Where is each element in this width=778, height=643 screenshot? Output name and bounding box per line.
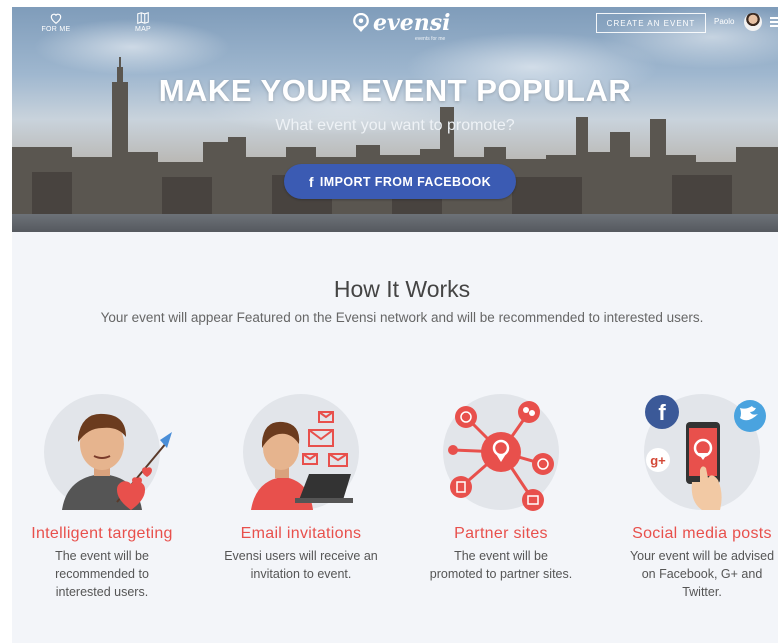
nav-for-me[interactable]: FOR ME: [36, 11, 76, 33]
import-from-facebook-button[interactable]: f IMPORT FROM FACEBOOK: [284, 164, 516, 199]
feature-intelligent-targeting: Intelligent targeting The event will be …: [2, 382, 202, 601]
feature-desc-line: promoted to partner sites.: [429, 567, 573, 581]
svg-text:g+: g+: [650, 453, 666, 468]
hero-banner: FOR ME MAP evensi events for me CREATE A…: [12, 7, 778, 232]
user-avatar[interactable]: [744, 13, 762, 31]
user-name[interactable]: Paolo: [714, 17, 734, 26]
feature-partner-sites: Partner sites The event will be promoted…: [401, 382, 601, 583]
section-subtitle: Your event will appear Featured on the E…: [100, 310, 704, 325]
feature-desc-line: invitation to event.: [250, 567, 352, 581]
hamburger-menu-icon[interactable]: [770, 17, 778, 29]
feature-social-media-posts: f g+ Social media posts Your event will …: [602, 382, 778, 601]
river-water: [12, 214, 778, 232]
feature-title: Social media posts: [632, 525, 772, 542]
targeting-illustration: [32, 382, 172, 522]
feature-desc-line: Your event will be advised: [629, 549, 775, 563]
feature-title: Email invitations: [240, 525, 362, 542]
logo-tagline: events for me: [415, 36, 446, 42]
heart-outline-icon: [50, 13, 62, 24]
feature-desc-line: on Facebook, G+ and: [641, 567, 763, 581]
feature-description: The event will be recommended to interes…: [2, 547, 202, 601]
social-media-illustration: f g+: [632, 382, 772, 522]
feature-title: Intelligent targeting: [31, 525, 173, 542]
svg-text:f: f: [658, 400, 666, 425]
import-button-label: IMPORT FROM FACEBOOK: [319, 174, 492, 189]
feature-desc-line: recommended to: [55, 567, 149, 581]
email-illustration: [231, 382, 371, 522]
facebook-icon: f: [308, 173, 314, 190]
hero-title: MAKE YOUR EVENT POPULAR: [158, 73, 632, 108]
map-icon: [137, 12, 149, 24]
feature-desc-line: Evensi users will receive an: [224, 549, 378, 563]
logo-text: evensi: [373, 10, 451, 36]
feature-desc-line: Twitter.: [682, 585, 722, 599]
nav-for-me-label: FOR ME: [41, 26, 71, 33]
create-event-button[interactable]: CREATE AN EVENT: [596, 13, 706, 33]
feature-description: Your event will be advised on Facebook, …: [602, 547, 778, 601]
hero-subtitle: What event you want to promote?: [275, 117, 515, 134]
nav-map[interactable]: MAP: [123, 11, 163, 33]
feature-email-invitations: Email invitations Evensi users will rece…: [201, 382, 401, 583]
evensi-logo[interactable]: evensi: [352, 10, 451, 36]
section-title: How It Works: [333, 276, 471, 302]
feature-title: Partner sites: [454, 525, 548, 542]
feature-desc-line: The event will be: [55, 549, 149, 563]
how-it-works-section: How It Works Your event will appear Feat…: [12, 232, 778, 643]
feature-desc-line: The event will be: [454, 549, 548, 563]
location-pin-icon: [353, 13, 369, 32]
feature-description: The event will be promoted to partner si…: [401, 547, 601, 583]
feature-description: Evensi users will receive an invitation …: [201, 547, 401, 583]
feature-desc-line: interested users.: [55, 585, 149, 599]
partner-network-illustration: [431, 382, 571, 522]
nav-map-label: MAP: [134, 26, 152, 33]
